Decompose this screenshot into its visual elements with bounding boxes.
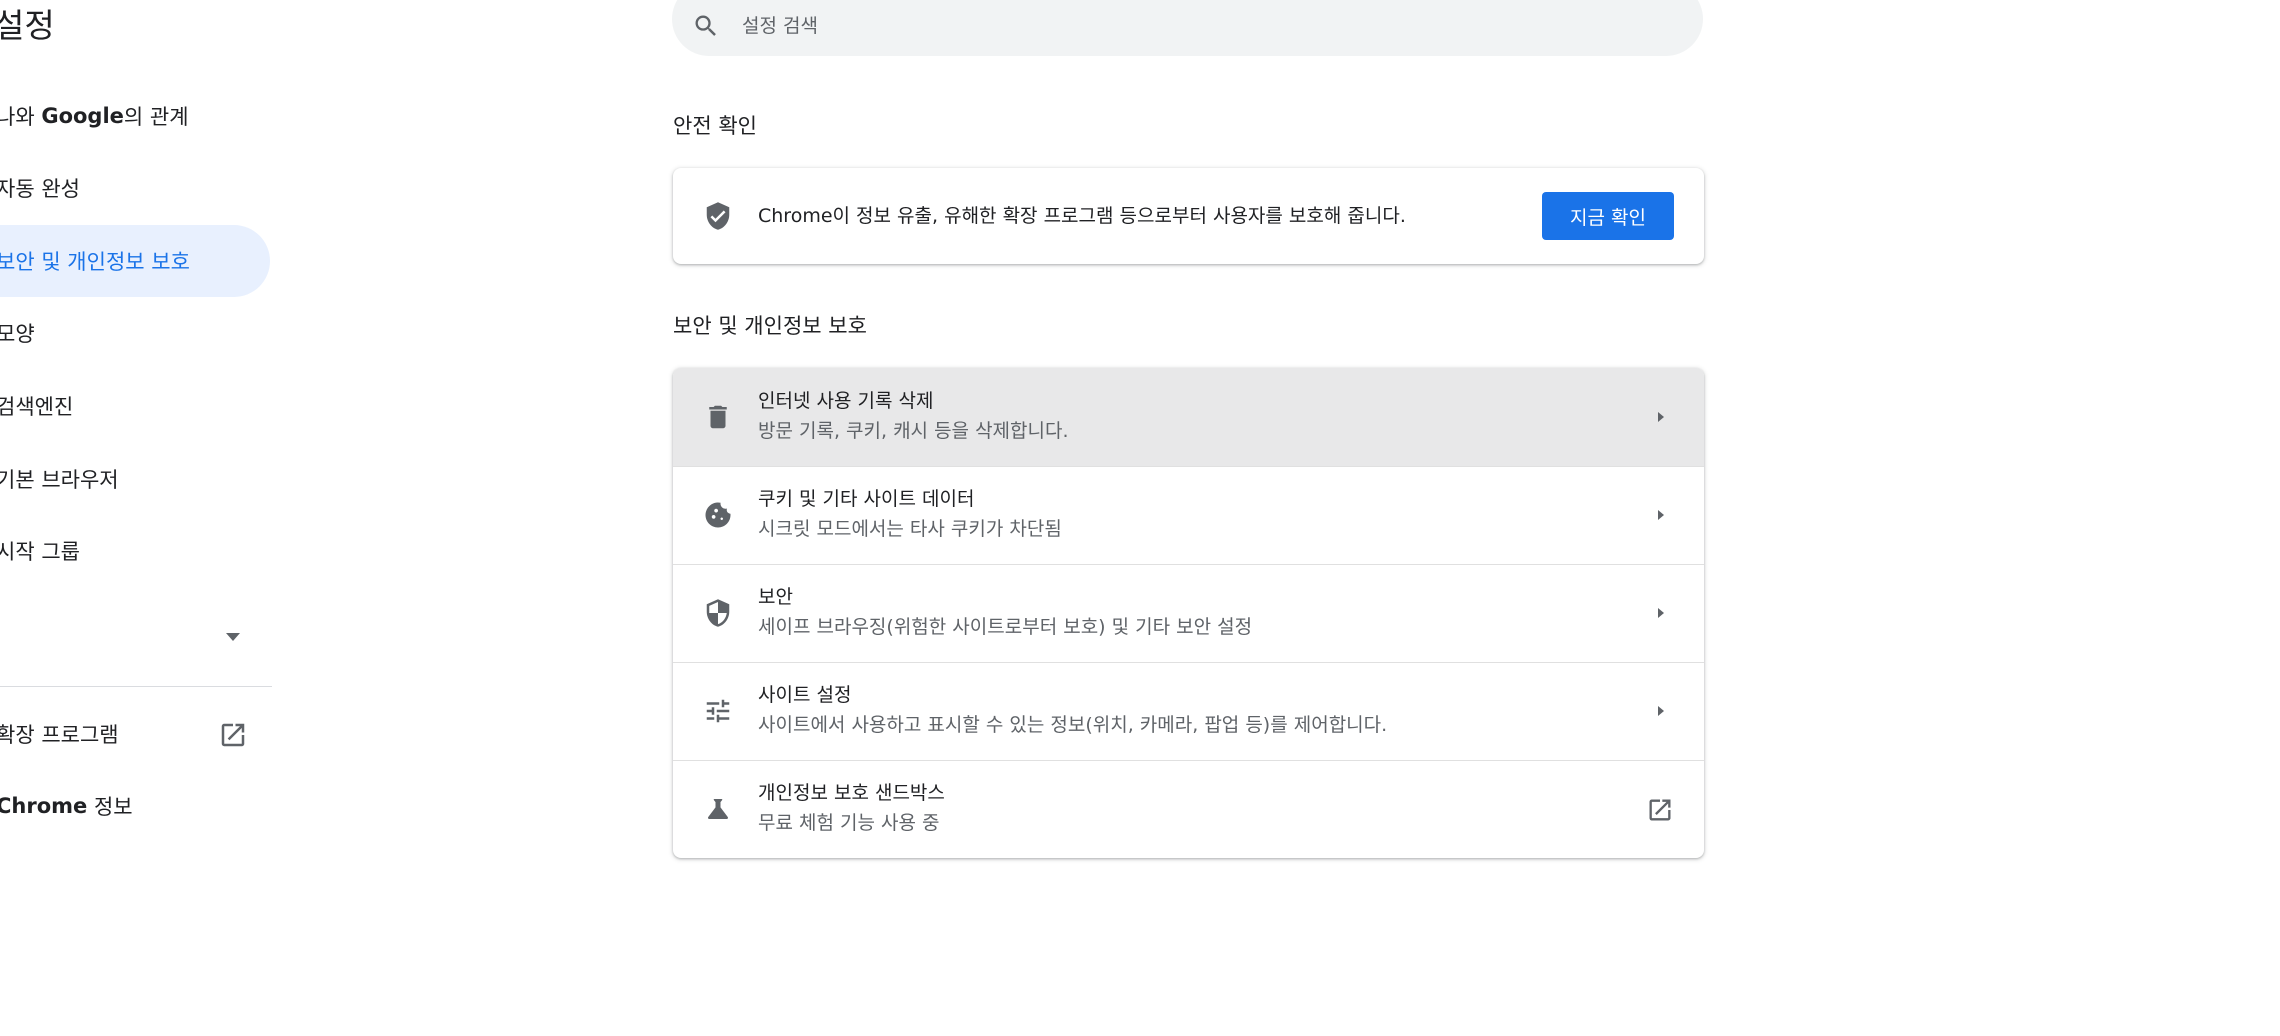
open-in-new-icon — [1649, 799, 1671, 821]
open-in-new-icon — [221, 723, 245, 747]
sidebar-divider — [0, 686, 272, 687]
sidebar-item-you-and-google[interactable]: 나와 Google 의 관계 — [0, 80, 270, 152]
arrow-right-icon — [1658, 706, 1664, 716]
sidebar-item-default-browser[interactable]: 기본 브라우저 — [0, 443, 270, 515]
privacy-security-heading: 보안 및 개인정보 보호 — [673, 314, 867, 338]
row-subtitle: 시크릿 모드에서는 타사 쿠키가 차단됨 — [758, 518, 1062, 540]
arrow-right-icon — [1658, 608, 1664, 618]
sidebar-item-label: 보안 및 개인정보 보호 — [0, 250, 190, 274]
sidebar-item-search-engine[interactable]: 검색엔진 — [0, 370, 270, 442]
settings-page: 설정 나와 Google 의 관계 자동 완성 보안 및 개인정보 보호 모양 검… — [0, 0, 2280, 1036]
row-subtitle: 방문 기록, 쿠키, 캐시 등을 삭제합니다. — [758, 420, 1069, 442]
tune-icon — [706, 699, 730, 723]
sidebar-item-label: 검색엔진 — [0, 395, 74, 419]
sidebar-item-label: 자동 완성 — [0, 177, 80, 201]
row-title: 보안 — [758, 586, 793, 608]
sidebar: 설정 나와 Google 의 관계 자동 완성 보안 및 개인정보 보호 모양 검… — [0, 0, 272, 1036]
sidebar-item-label-pre: 나와 — [0, 105, 42, 129]
row-title: 개인정보 보호 샌드박스 — [758, 782, 945, 804]
check-now-button[interactable]: 지금 확인 — [1542, 192, 1674, 240]
sidebar-item-privacy-security[interactable]: 보안 및 개인정보 보호 — [0, 225, 270, 297]
search-bar — [672, 0, 1703, 56]
safety-check-card: Chrome이 정보 유출, 유해한 확장 프로그램 등으로부터 사용자를 보호… — [673, 168, 1704, 264]
privacy-sandbox-row[interactable]: 개인정보 보호 샌드박스 무료 체험 기능 사용 중 — [673, 760, 1704, 858]
sidebar-item-appearance[interactable]: 모양 — [0, 297, 270, 369]
search-input[interactable] — [740, 14, 1644, 38]
safety-check-heading: 안전 확인 — [673, 114, 757, 138]
flask-icon — [708, 799, 728, 819]
cookie-icon — [705, 502, 731, 528]
sidebar-item-label-bold: Google — [41, 104, 124, 128]
security-row[interactable]: 보안 세이프 브라우징(위험한 사이트로부터 보호) 및 기타 보안 설정 — [673, 564, 1704, 662]
sidebar-item-label: 모양 — [0, 322, 35, 346]
sidebar-item-label: 시작 그룹 — [0, 540, 80, 564]
row-divider — [673, 760, 1704, 761]
sidebar-item-autofill[interactable]: 자동 완성 — [0, 152, 270, 224]
clear-browsing-data-row[interactable]: 인터넷 사용 기록 삭제 방문 기록, 쿠키, 캐시 등을 삭제합니다. — [673, 368, 1704, 466]
row-divider — [673, 564, 1704, 565]
sidebar-item-about-chrome[interactable]: Chrome 정보 — [0, 770, 270, 842]
row-subtitle: 무료 체험 기능 사용 중 — [758, 812, 940, 834]
page-title: 설정 — [0, 6, 55, 45]
site-settings-row[interactable]: 사이트 설정 사이트에서 사용하고 표시할 수 있는 정보(위치, 카메라, 팝… — [673, 662, 1704, 760]
search-icon — [695, 15, 716, 36]
sidebar-item-label-post: 의 관계 — [123, 105, 189, 129]
row-title: 쿠키 및 기타 사이트 데이터 — [758, 488, 975, 510]
row-subtitle: 세이프 브라우징(위험한 사이트로부터 보호) 및 기타 보안 설정 — [758, 616, 1253, 638]
sidebar-item-on-startup[interactable]: 시작 그룹 — [0, 515, 270, 587]
trash-icon — [709, 405, 727, 429]
sidebar-item-label: 기본 브라우저 — [0, 468, 119, 492]
row-subtitle: 사이트에서 사용하고 표시할 수 있는 정보(위치, 카메라, 팝업 등)를 제… — [758, 714, 1388, 736]
safety-check-description: Chrome이 정보 유출, 유해한 확장 프로그램 등으로부터 사용자를 보호… — [758, 205, 1406, 227]
caret-down-icon — [226, 633, 240, 641]
sidebar-item-label-post: 정보 — [87, 795, 133, 819]
arrow-right-icon — [1658, 412, 1664, 422]
shield-check-icon — [706, 202, 730, 230]
sidebar-item-label: 확장 프로그램 — [0, 723, 119, 747]
row-divider — [673, 662, 1704, 663]
sidebar-item-label-bold: Chrome — [0, 794, 88, 818]
arrow-right-icon — [1658, 510, 1664, 520]
privacy-security-card: 인터넷 사용 기록 삭제 방문 기록, 쿠키, 캐시 등을 삭제합니다. 쿠키 … — [673, 368, 1704, 858]
row-title: 사이트 설정 — [758, 684, 852, 706]
advanced-expand-button[interactable] — [218, 622, 248, 652]
cookies-row[interactable]: 쿠키 및 기타 사이트 데이터 시크릿 모드에서는 타사 쿠키가 차단됨 — [673, 466, 1704, 564]
row-title: 인터넷 사용 기록 삭제 — [758, 390, 934, 412]
row-divider — [673, 466, 1704, 467]
security-shield-icon — [706, 599, 730, 627]
